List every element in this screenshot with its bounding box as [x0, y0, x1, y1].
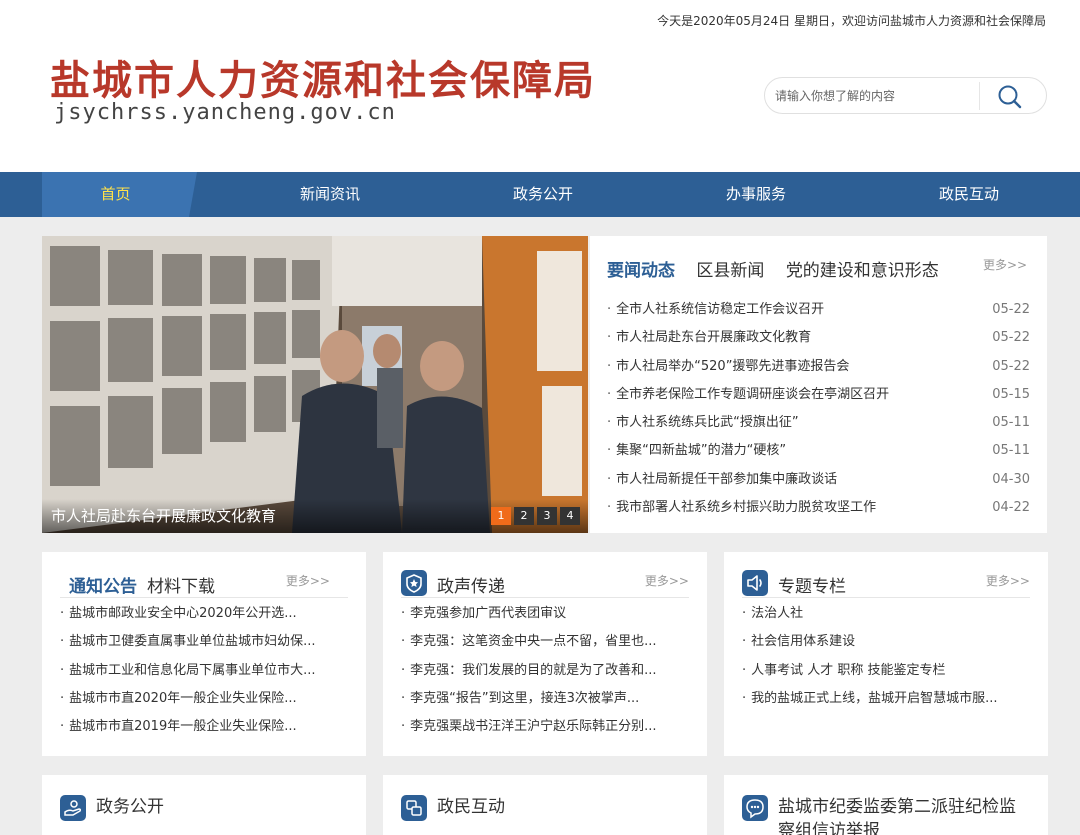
list-item[interactable]: 李克强栗战书汪洋王沪宁赵乐际韩正分别...: [401, 713, 689, 741]
tab-downloads[interactable]: 材料下载: [147, 577, 215, 597]
carousel-pager: 1 2 3 4: [491, 507, 580, 525]
tab-headline-news[interactable]: 要闻动态: [607, 261, 675, 281]
card-title[interactable]: 政务公开: [96, 795, 346, 819]
special-topics-list: 法治人社社会信用体系建设人事考试 人才 职称 技能鉴定专栏我的盐城正式上线，盐城…: [742, 600, 1030, 713]
news-item-title: 市人社系统练兵比武“授旗出征”: [616, 415, 799, 431]
list-item[interactable]: 法治人社: [742, 600, 1030, 628]
news-item-date: 04-22: [992, 500, 1030, 516]
search-box: [764, 77, 1047, 114]
card-title: 通知公告 材料下载: [69, 572, 215, 597]
carousel-dot[interactable]: 1: [491, 507, 511, 525]
card-government-affairs: 政务公开: [42, 775, 366, 835]
card-special-topics: 专题专栏 更多>> 法治人社社会信用体系建设人事考试 人才 职称 技能鉴定专栏我…: [724, 552, 1048, 756]
card-header: 政民互动: [401, 791, 689, 835]
card-title: 专题专栏: [778, 577, 846, 597]
card-policy-voice: 政声传递 更多>> 李克强参加广西代表团审议李克强：这笔资金中央一点不留，省里也…: [383, 552, 707, 756]
special-topics-more-link[interactable]: 更多>>: [986, 572, 1030, 589]
notices-list: 盐城市邮政业安全中心2020年公开选...盐城市卫健委直属事业单位盐城市妇幼保.…: [60, 600, 348, 741]
policy-voice-more-link[interactable]: 更多>>: [645, 572, 689, 589]
main-nav: 首页 新闻资讯 政务公开 办事服务 政民互动: [0, 172, 1080, 217]
tab-notices[interactable]: 通知公告: [69, 577, 137, 597]
news-item-title: 市人社局赴东台开展廉政文化教育: [616, 330, 812, 346]
banner-photo: [42, 236, 588, 533]
card-header: 政声传递 更多>>: [401, 570, 689, 598]
banner-carousel[interactable]: 市人社局赴东台开展廉政文化教育 1 2 3 4: [42, 236, 588, 533]
news-item-title: 我市部署人社系统乡村振兴助力脱贫攻坚工作: [616, 500, 877, 516]
list-item[interactable]: 盐城市市直2020年一般企业失业保险...: [60, 685, 348, 713]
card-interaction: 政民互动: [383, 775, 707, 835]
list-item[interactable]: 李克强参加广西代表团审议: [401, 600, 689, 628]
date-welcome-text: 今天是2020年05月24日 星期日，欢迎访问盐城市人力资源和社会保障局: [657, 14, 1046, 28]
news-item-title: 全市养老保险工作专题调研座谈会在亭湖区召开: [616, 386, 890, 402]
news-item-title: 集聚“四新盐城”的潜力“硬核”: [616, 443, 787, 459]
banner-caption[interactable]: 市人社局赴东台开展廉政文化教育: [51, 505, 276, 526]
nav-item-government-affairs[interactable]: 政务公开: [468, 172, 618, 217]
news-list: 全市人社系统信访稳定工作会议召开 05-22 市人社局赴东台开展廉政文化教育 05-2…: [607, 296, 1030, 522]
news-panel: 要闻动态 区县新闻 党的建设和意识形态 更多>> 全市人社系统信访稳定工作会议召…: [590, 236, 1047, 533]
list-item[interactable]: 李克强：我们发展的目的就是为了改善和...: [401, 657, 689, 685]
list-item[interactable]: 盐城市邮政业安全中心2020年公开选...: [60, 600, 348, 628]
list-item[interactable]: 人事考试 人才 职称 技能鉴定专栏: [742, 657, 1030, 685]
news-item-date: 05-22: [992, 302, 1030, 317]
news-item[interactable]: 集聚“四新盐城”的潜力“硬核” 05-11: [607, 437, 1030, 465]
news-item[interactable]: 全市人社系统信访稳定工作会议召开 05-22: [607, 296, 1030, 324]
nav-item-news[interactable]: 新闻资讯: [255, 172, 405, 217]
tab-party-building[interactable]: 党的建设和意识形态: [786, 261, 939, 281]
list-item[interactable]: 盐城市市直2019年一般企业失业保险...: [60, 713, 348, 741]
badge-icon: [401, 570, 427, 596]
list-item[interactable]: 李克强“报告”到这里，接连3次被掌声...: [401, 685, 689, 713]
carousel-dot[interactable]: 3: [537, 507, 557, 525]
search-button[interactable]: [995, 83, 1025, 111]
news-item-date: 05-15: [992, 386, 1030, 402]
news-item[interactable]: 市人社系统练兵比武“授旗出征” 05-11: [607, 409, 1030, 437]
news-item[interactable]: 市人社局赴东台开展廉政文化教育 05-22: [607, 324, 1030, 352]
news-item[interactable]: 市人社局举办“520”援鄂先进事迹报告会 05-22: [607, 353, 1030, 381]
speaker-icon: [742, 570, 768, 596]
search-icon: [998, 85, 1022, 109]
news-more-link[interactable]: 更多>>: [983, 256, 1027, 273]
card-header: 通知公告 材料下载 更多>>: [60, 570, 348, 598]
notices-more-link[interactable]: 更多>>: [286, 572, 330, 589]
list-item[interactable]: 盐城市卫健委直属事业单位盐城市妇幼保...: [60, 628, 348, 656]
news-item-date: 05-11: [992, 443, 1030, 459]
card-title[interactable]: 政民互动: [437, 795, 687, 819]
news-item-title: 市人社局新提任干部参加集中廉政谈话: [616, 471, 838, 487]
carousel-dot[interactable]: 2: [514, 507, 534, 525]
card-header: 盐城市纪委监委第二派驻纪检监察组信访举报: [742, 791, 1030, 835]
news-item-date: 04-30: [992, 471, 1030, 487]
carousel-dot[interactable]: 4: [560, 507, 580, 525]
list-item[interactable]: 社会信用体系建设: [742, 628, 1030, 656]
message-icon: [742, 795, 768, 821]
news-item-title: 全市人社系统信访稳定工作会议召开: [616, 302, 825, 317]
search-divider: [979, 82, 980, 110]
card-header: 政务公开: [60, 791, 348, 835]
policy-voice-list: 李克强参加广西代表团审议李克强：这笔资金中央一点不留，省里也...李克强：我们发…: [401, 600, 689, 741]
news-item[interactable]: 全市养老保险工作专题调研座谈会在亭湖区召开 05-15: [607, 381, 1030, 409]
card-title: 政声传递: [437, 577, 505, 597]
news-tabs: 要闻动态 区县新闻 党的建设和意识形态: [607, 256, 955, 281]
news-item-date: 05-22: [992, 330, 1030, 346]
chat-icon: [401, 795, 427, 821]
hand-icon: [60, 795, 86, 821]
card-discipline-report: 盐城市纪委监委第二派驻纪检监察组信访举报: [724, 775, 1048, 835]
site-header: 今天是2020年05月24日 星期日，欢迎访问盐城市人力资源和社会保障局 盐城市…: [0, 0, 1080, 172]
site-domain: jsychrss.yancheng.gov.cn: [54, 100, 396, 125]
list-item[interactable]: 李克强：这笔资金中央一点不留，省里也...: [401, 628, 689, 656]
news-item[interactable]: 我市部署人社系统乡村振兴助力脱贫攻坚工作 04-22: [607, 494, 1030, 522]
news-item-title: 市人社局举办“520”援鄂先进事迹报告会: [616, 358, 850, 374]
nav-item-services[interactable]: 办事服务: [681, 172, 831, 217]
list-item[interactable]: 盐城市工业和信息化局下属事业单位市大...: [60, 657, 348, 685]
list-item[interactable]: 我的盐城正式上线，盐城开启智慧城市服...: [742, 685, 1030, 713]
news-item-date: 05-22: [992, 358, 1030, 374]
card-title[interactable]: 盐城市纪委监委第二派驻纪检监察组信访举报: [778, 795, 1028, 835]
card-header: 专题专栏 更多>>: [742, 570, 1030, 598]
search-input[interactable]: [775, 84, 975, 108]
tab-county-news[interactable]: 区县新闻: [696, 261, 764, 281]
card-notices: 通知公告材料下载 更多>> 盐城市邮政业安全中心2020年公开选...盐城市卫健…: [42, 552, 366, 756]
nav-item-interaction[interactable]: 政民互动: [894, 172, 1044, 217]
site-title[interactable]: 盐城市人力资源和社会保障局: [50, 48, 596, 106]
news-item-date: 05-11: [992, 415, 1030, 431]
news-item[interactable]: 市人社局新提任干部参加集中廉政谈话 04-30: [607, 466, 1030, 494]
nav-item-home[interactable]: 首页: [42, 172, 197, 217]
